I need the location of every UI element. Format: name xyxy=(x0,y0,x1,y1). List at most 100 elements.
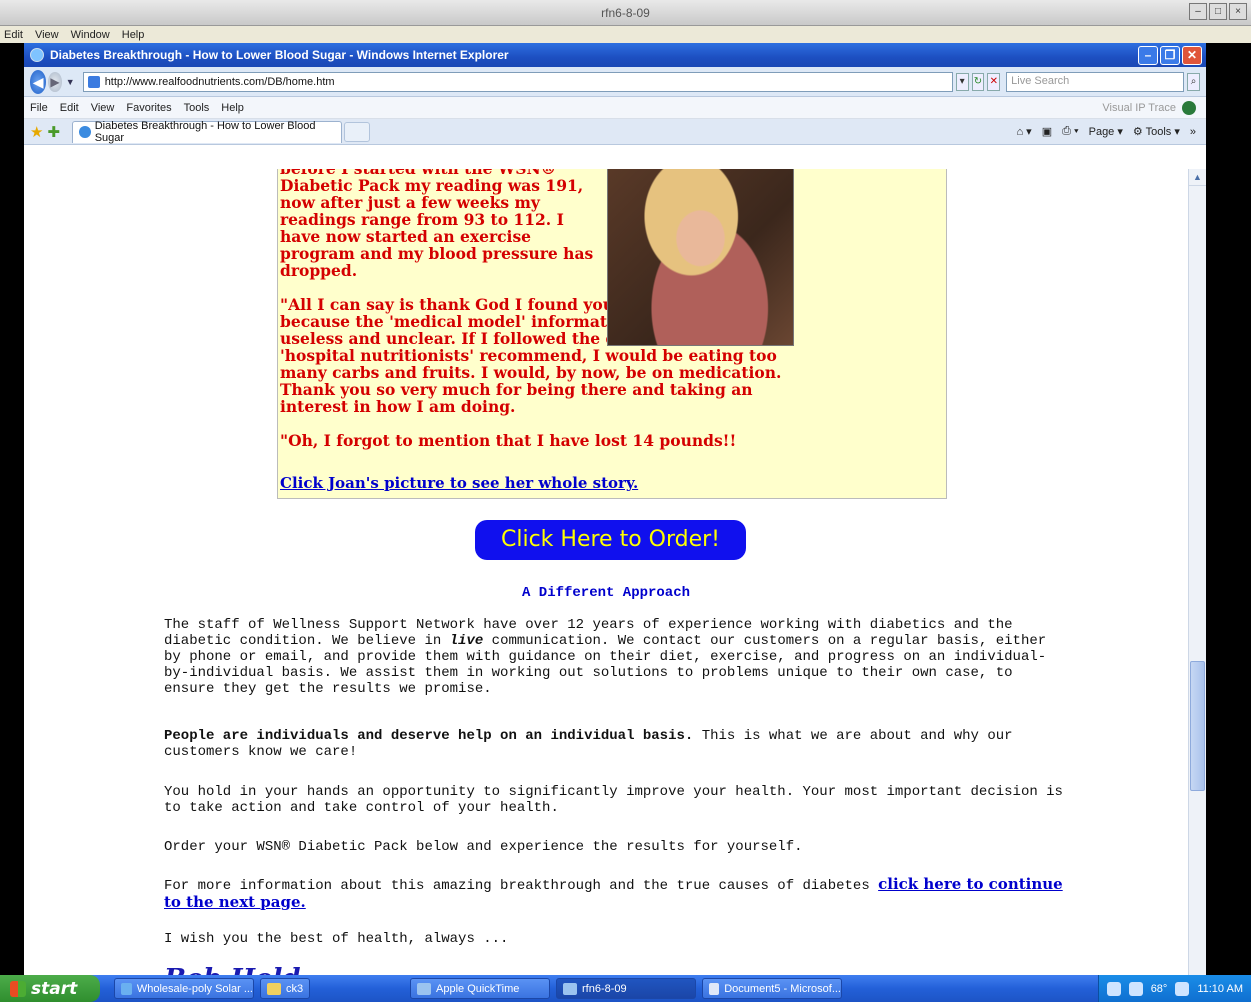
desktop-screen: rfn6-8-09 – □ × Edit View Window Help Di… xyxy=(0,0,1251,1002)
outer-minimize-button[interactable]: – xyxy=(1189,3,1207,20)
add-favorites-icon[interactable]: ✚ xyxy=(47,123,60,141)
start-button[interactable]: start xyxy=(0,975,100,1002)
feeds-icon[interactable]: ▣ xyxy=(1042,125,1052,138)
tab-bar: ★ ✚ Diabetes Breakthrough - How to Lower… xyxy=(24,119,1206,145)
page-menu[interactable]: Page ▾ xyxy=(1089,125,1123,138)
signature: Bob Hold xyxy=(164,964,301,975)
ie-logo-icon xyxy=(30,48,44,62)
clock: 11:10 AM xyxy=(1197,982,1243,995)
home-icon[interactable]: ⌂ ▾ xyxy=(1016,125,1031,138)
body-para-4: Order your WSN® Diabetic Pack below and … xyxy=(164,839,803,855)
body-para-6: I wish you the best of health, always ..… xyxy=(164,931,509,947)
body-para-1: The staff of Wellness Support Network ha… xyxy=(164,617,1064,697)
address-toolbar: ◀ ▶ ▼ http://www.realfoodnutrients.com/D… xyxy=(24,67,1206,97)
body-para-1-live: live xyxy=(449,633,484,649)
outer-menu-view[interactable]: View xyxy=(35,29,59,41)
body-para-2-bold: People are individuals and deserve help … xyxy=(164,728,694,744)
quicktime-icon xyxy=(417,982,431,995)
stop-icon[interactable]: ✕ xyxy=(987,72,1001,91)
outer-menu-window[interactable]: Window xyxy=(71,29,110,41)
print-icon[interactable]: ⎙ ▾ xyxy=(1062,125,1078,138)
word-icon xyxy=(709,982,720,995)
task-wholesale[interactable]: Wholesale-poly Solar ... xyxy=(114,978,254,999)
vertical-scrollbar[interactable]: ▲ xyxy=(1188,169,1206,975)
browser-restore-button[interactable]: ❐ xyxy=(1160,46,1180,65)
address-dropdown-icon[interactable]: ▾ xyxy=(955,72,969,91)
favorites-star-icon[interactable]: ★ xyxy=(30,123,43,141)
task-rfn6[interactable]: rfn6-8-09 xyxy=(556,978,696,999)
browser-window: Diabetes Breakthrough - How to Lower Blo… xyxy=(24,43,1206,975)
browser-title: Diabetes Breakthrough - How to Lower Blo… xyxy=(50,48,509,62)
outer-window-titlebar: rfn6-8-09 – □ × xyxy=(0,0,1251,26)
ie-task-icon xyxy=(121,982,132,995)
body-para-2: People are individuals and deserve help … xyxy=(164,728,1064,760)
browser-close-button[interactable]: ✕ xyxy=(1182,46,1202,65)
outer-window-menubar: Edit View Window Help xyxy=(0,26,1251,43)
new-tab-button[interactable] xyxy=(344,121,371,142)
tools-menu-label: Tools xyxy=(1145,126,1172,138)
windows-flag-icon xyxy=(10,980,26,997)
task-rfn6-label: rfn6-8-09 xyxy=(582,982,627,995)
menu-view[interactable]: View xyxy=(91,102,115,114)
menu-help[interactable]: Help xyxy=(221,102,244,114)
task-ck3[interactable]: ck3 xyxy=(260,978,310,999)
browser-minimize-button[interactable]: – xyxy=(1138,46,1158,65)
taskbar: start Wholesale-poly Solar ... ck3 Apple… xyxy=(0,975,1251,1002)
forward-button[interactable]: ▶ xyxy=(48,71,62,92)
body-para-5: For more information about this amazing … xyxy=(164,876,1064,912)
command-bar: ⌂ ▾ ▣ ⎙ ▾ Page ▾ ⚙ Tools ▾ » xyxy=(1016,125,1196,138)
search-icon[interactable]: ⌕ xyxy=(1187,72,1200,91)
tab-label: Diabetes Breakthrough - How to Lower Blo… xyxy=(94,120,316,144)
page-menu-label: Page xyxy=(1088,126,1115,138)
folder-icon xyxy=(267,982,281,995)
scrollbar-thumb[interactable] xyxy=(1190,661,1205,791)
page-icon xyxy=(87,75,100,88)
menu-tools[interactable]: Tools xyxy=(184,102,210,114)
task-quicktime[interactable]: Apple QuickTime xyxy=(410,978,550,999)
task-document5-label: Document5 - Microsof... xyxy=(724,982,841,995)
address-url[interactable]: http://www.realfoodnutrients.com/DB/home… xyxy=(105,76,335,88)
history-dropdown-icon[interactable]: ▼ xyxy=(66,77,75,87)
back-button[interactable]: ◀ xyxy=(30,69,47,94)
network-tray-icon[interactable] xyxy=(1128,981,1143,996)
menu-edit[interactable]: Edit xyxy=(60,102,79,114)
visual-ip-trace[interactable]: Visual IP Trace xyxy=(1102,100,1196,115)
volume-tray-icon[interactable] xyxy=(1175,981,1190,996)
globe-icon xyxy=(1182,100,1196,115)
testimonial-photo[interactable] xyxy=(607,169,794,346)
outer-menu-help[interactable]: Help xyxy=(122,29,145,41)
testimonial-box: before I started with the WSN® Diabetic … xyxy=(277,169,947,499)
outer-menu-edit[interactable]: Edit xyxy=(4,29,23,41)
menu-file[interactable]: File xyxy=(30,102,48,114)
system-tray: 68° 11:10 AM xyxy=(1097,975,1251,1002)
refresh-icon[interactable]: ↻ xyxy=(971,72,985,91)
body-para-3: You hold in your hands an opportunity to… xyxy=(164,784,1063,816)
section-heading: A Different Approach xyxy=(521,585,691,601)
rfn-task-icon xyxy=(563,982,577,995)
body-para-5-text: For more information about this amazing … xyxy=(164,878,879,894)
tab-page-icon xyxy=(79,126,91,138)
address-bar[interactable]: http://www.realfoodnutrients.com/DB/home… xyxy=(82,71,953,92)
page-content: before I started with the WSN® Diabetic … xyxy=(24,169,1188,975)
menu-favorites[interactable]: Favorites xyxy=(126,102,171,114)
help-tray-icon[interactable] xyxy=(1106,981,1121,996)
tab-active[interactable]: Diabetes Breakthrough - How to Lower Blo… xyxy=(72,120,343,144)
task-document5[interactable]: Document5 - Microsof... xyxy=(702,978,842,999)
scroll-up-icon[interactable]: ▲ xyxy=(1189,169,1206,186)
browser-titlebar: Diabetes Breakthrough - How to Lower Blo… xyxy=(24,43,1206,67)
weather-temp[interactable]: 68° xyxy=(1151,983,1168,995)
outer-maximize-button[interactable]: □ xyxy=(1209,3,1227,20)
visual-ip-trace-label: Visual IP Trace xyxy=(1102,101,1176,114)
outer-window-title: rfn6-8-09 xyxy=(601,6,650,20)
tools-menu[interactable]: ⚙ Tools ▾ xyxy=(1133,125,1180,138)
task-ck3-label: ck3 xyxy=(286,982,304,995)
search-input[interactable]: Live Search xyxy=(1006,71,1185,92)
testimonial-para-1: before I started with the WSN® Diabetic … xyxy=(280,169,594,280)
full-story-link[interactable]: Click Joan's picture to see her whole st… xyxy=(280,474,638,492)
testimonial-para-3: "Oh, I forgot to mention that I have los… xyxy=(280,431,737,450)
outer-close-button[interactable]: × xyxy=(1229,3,1247,20)
browser-menubar: File Edit View Favorites Tools Help Visu… xyxy=(24,97,1206,119)
order-button[interactable]: Click Here to Order! xyxy=(475,520,746,560)
task-wholesale-label: Wholesale-poly Solar ... xyxy=(136,982,253,995)
chevron-more-icon[interactable]: » xyxy=(1190,126,1196,138)
